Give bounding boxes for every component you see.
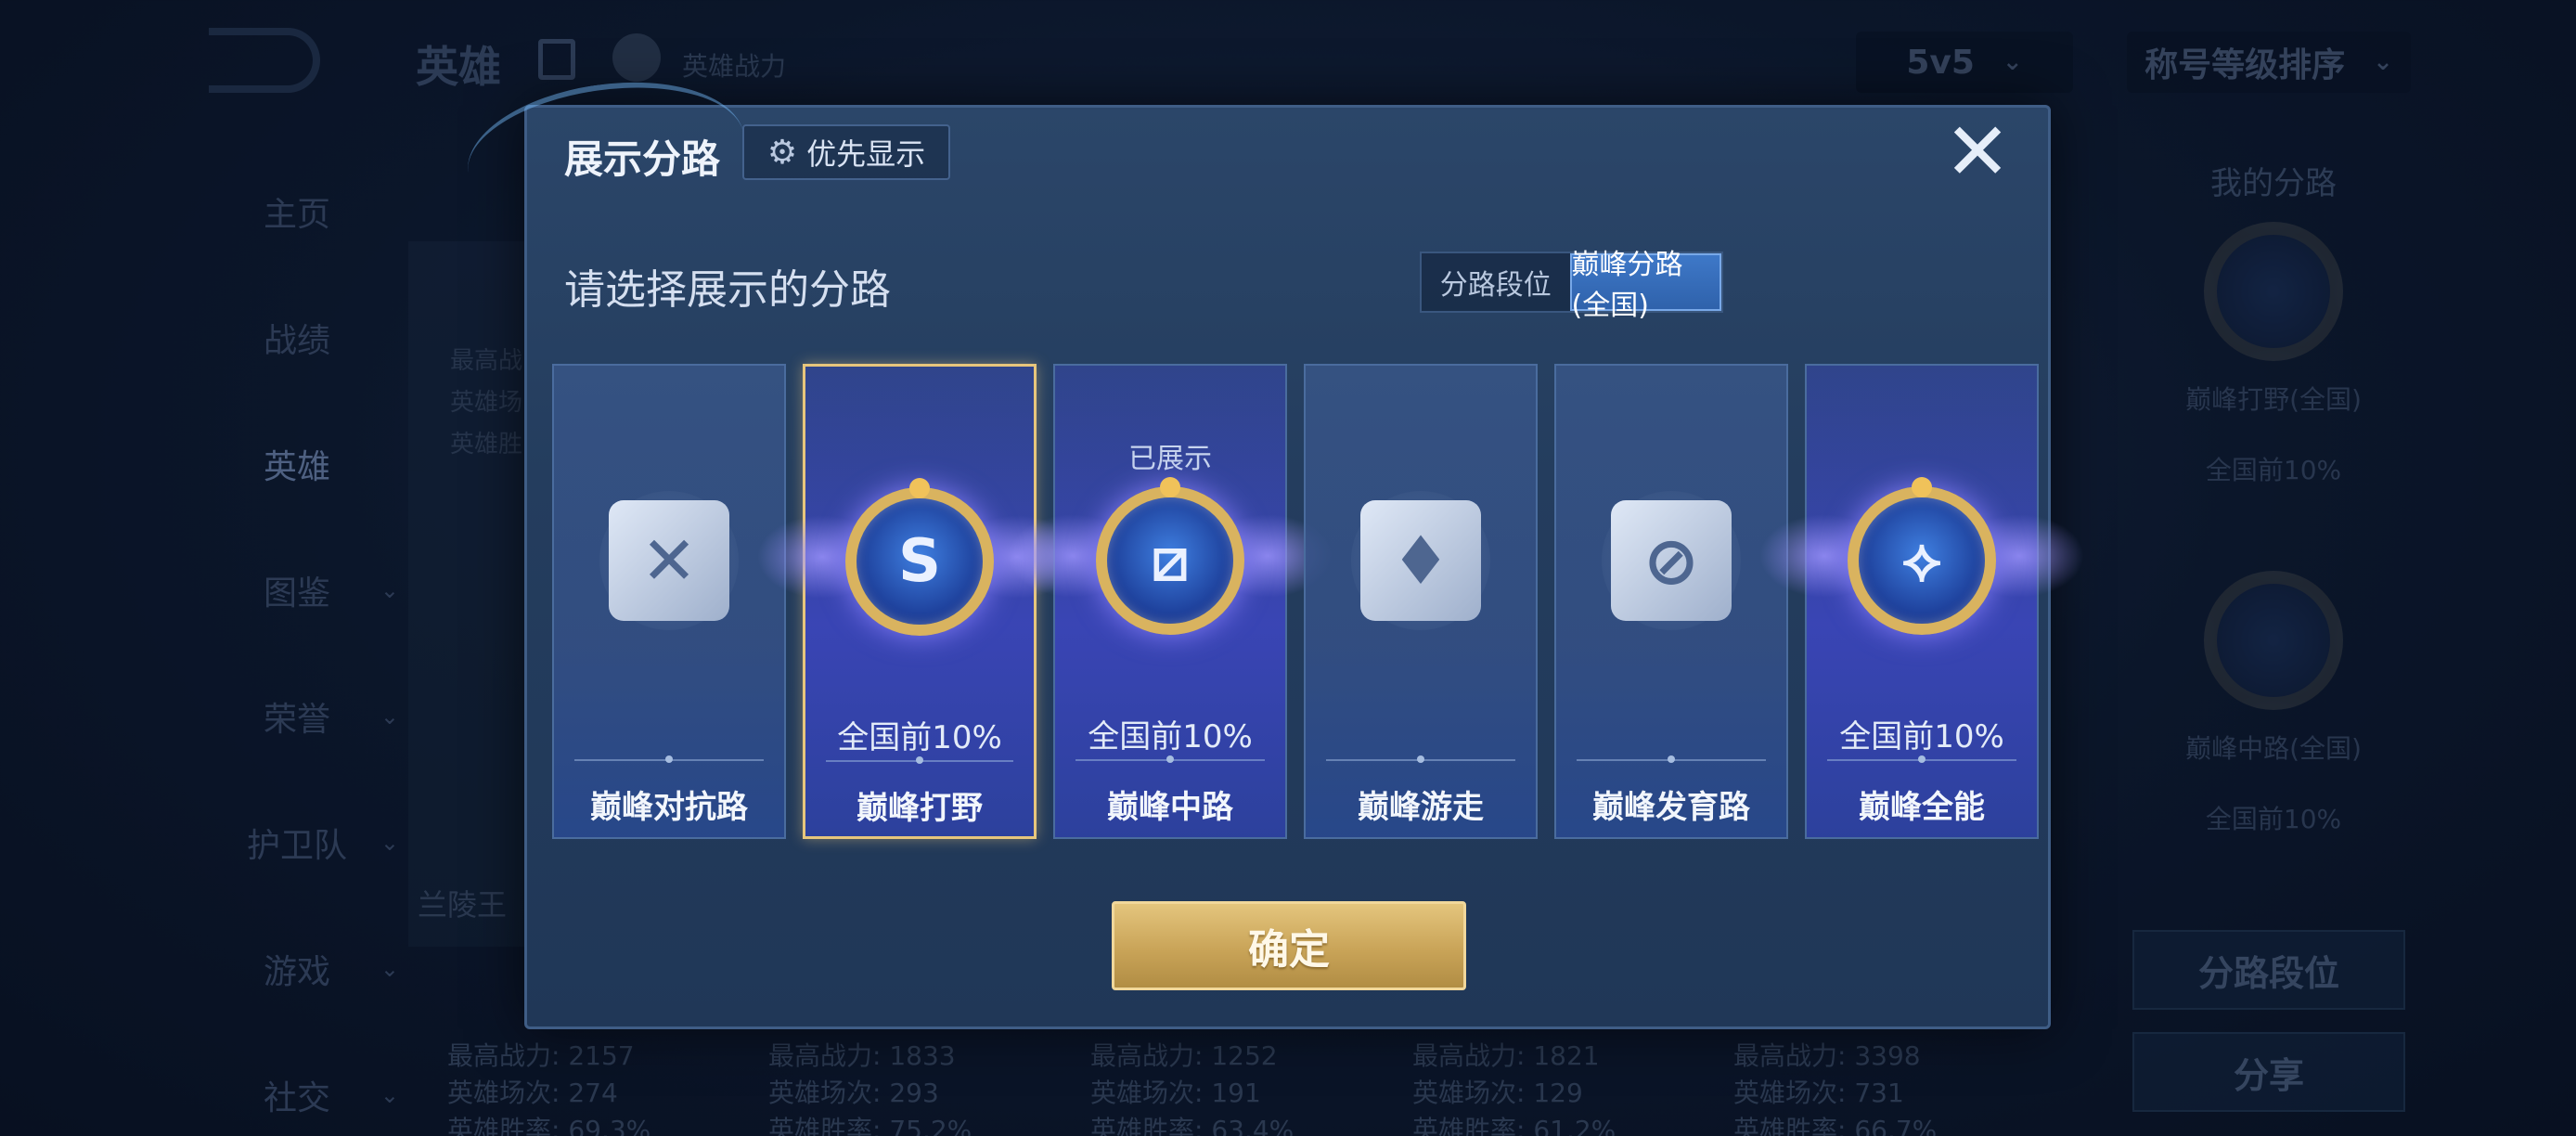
select-prompt: 请选择展示的分路 bbox=[564, 266, 891, 314]
divider bbox=[1827, 755, 2016, 763]
medal-glyph: ⟡ bbox=[1848, 486, 1996, 635]
icon-glyph: ⊘ bbox=[1611, 500, 1732, 621]
confirm-button[interactable]: 确定 bbox=[1112, 901, 1466, 990]
lane-card-label: 巅峰游走 bbox=[1358, 789, 1484, 826]
lane-card-label: 巅峰对抗路 bbox=[590, 789, 748, 826]
tab-peak-lane-national[interactable]: 巅峰分路(全国) bbox=[1569, 249, 1721, 322]
lane-card[interactable]: ✕ 巅峰对抗路 bbox=[552, 364, 786, 839]
close-icon: ✕ bbox=[1943, 106, 2012, 199]
lane-card[interactable]: 已展示 ⧄ 全国前10% 巅峰中路 bbox=[1008, 364, 1333, 839]
dialog-title: 展示分路 bbox=[564, 136, 721, 182]
rank-percent: 全国前10% bbox=[1839, 718, 2004, 755]
icon-glyph: ♦ bbox=[1360, 500, 1481, 621]
divider bbox=[574, 755, 764, 763]
lane-mode-toggle: 分路段位 巅峰分路(全国) bbox=[1420, 249, 1723, 322]
mid-lane-medal-icon: ⧄ bbox=[1008, 477, 1333, 635]
crossed-swords-icon: ✕ bbox=[599, 491, 739, 630]
wings-icon: ♦ bbox=[1351, 491, 1490, 630]
lane-card-label: 巅峰中路 bbox=[1107, 789, 1233, 826]
divider bbox=[1326, 755, 1515, 763]
rank-percent: 全国前10% bbox=[1088, 718, 1253, 755]
divider bbox=[1577, 755, 1766, 763]
shown-badge: 已展示 bbox=[1128, 443, 1212, 475]
lane-card[interactable]: ⟡ 全国前10% 巅峰全能 bbox=[1759, 364, 2084, 839]
rank-percent: 全国前10% bbox=[837, 719, 1002, 756]
priority-display-button[interactable]: ⚙ 优先显示 bbox=[742, 124, 950, 180]
lane-card-label: 巅峰全能 bbox=[1859, 789, 1985, 826]
icon-glyph: ✕ bbox=[609, 500, 729, 621]
lane-card-label: 巅峰打野 bbox=[857, 790, 983, 827]
lane-cards: ✕ 巅峰对抗路 S 全国前10% 巅峰打野 已展示 ⧄ 全国前10% 巅峰中路 ♦ 巅峰游走 ⊘ 巅峰发… bbox=[552, 364, 2084, 839]
tab-lane-rank[interactable]: 分路段位 bbox=[1422, 253, 1570, 311]
lane-card[interactable]: S 全国前10% 巅峰打野 bbox=[757, 364, 1082, 839]
gear-icon: ⚙ bbox=[766, 133, 798, 172]
medal-glyph: ⧄ bbox=[1096, 486, 1244, 635]
lane-display-dialog: 展示分路 ⚙ 优先显示 ✕ 请选择展示的分路 分路段位 巅峰分路(全国) ✕ 巅峰… bbox=[458, 65, 2084, 1029]
lane-card[interactable]: ⊘ 巅峰发育路 bbox=[1554, 364, 1788, 839]
priority-display-label: 优先显示 bbox=[806, 136, 926, 172]
divider bbox=[1075, 755, 1265, 763]
lane-card[interactable]: ♦ 巅峰游走 bbox=[1304, 364, 1538, 839]
jungle-medal-icon: S bbox=[757, 478, 1082, 636]
close-button[interactable]: ✕ bbox=[1944, 112, 2011, 192]
medal-glyph: S bbox=[845, 487, 994, 636]
lane-card-label: 巅峰发育路 bbox=[1592, 789, 1750, 826]
bow-target-icon: ⊘ bbox=[1602, 491, 1741, 630]
all-round-medal-icon: ⟡ bbox=[1759, 477, 2084, 635]
divider bbox=[826, 756, 1013, 764]
